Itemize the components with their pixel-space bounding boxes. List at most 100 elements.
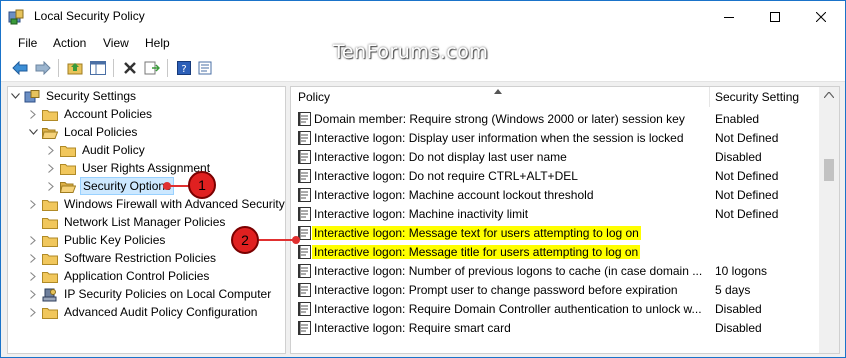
- chevron-right-icon[interactable]: [28, 253, 38, 263]
- tree-item[interactable]: Windows Firewall with Advanced Security: [28, 195, 285, 213]
- show-hide-console-tree-button[interactable]: [89, 59, 107, 77]
- export-list-icon: [144, 61, 160, 75]
- properties-icon: [198, 61, 212, 75]
- tree-item[interactable]: Local Policies: [28, 123, 139, 141]
- folder-icon: [60, 162, 76, 175]
- tree-item[interactable]: Security Settings: [10, 87, 138, 105]
- policy-setting-icon: [298, 130, 311, 145]
- policy-row[interactable]: Domain member: Require strong (Windows 2…: [291, 109, 821, 128]
- tree-item-label: Advanced Audit Policy Configuration: [64, 305, 258, 319]
- security-setting-value: Not Defined: [715, 206, 779, 221]
- help-button[interactable]: ?: [175, 59, 193, 77]
- chevron-right-icon[interactable]: [28, 271, 38, 281]
- callout-connector: [167, 185, 189, 187]
- toolbar-separator: [167, 59, 168, 77]
- policy-setting-icon: [298, 320, 311, 335]
- console-tree[interactable]: Security Settings Account Policies Local P…: [7, 86, 286, 354]
- minimize-button[interactable]: [706, 1, 752, 32]
- policy-row[interactable]: Interactive logon: Require smart card Dis…: [291, 318, 821, 337]
- policy-name: Interactive logon: Message title for use…: [312, 244, 641, 259]
- security-setting-value: Disabled: [715, 320, 762, 335]
- callout-connector: [259, 239, 295, 241]
- tree-item-label: Public Key Policies: [64, 233, 166, 247]
- up-one-level-button[interactable]: [66, 59, 84, 77]
- tree-item[interactable]: Advanced Audit Policy Configuration: [28, 303, 259, 321]
- policy-row[interactable]: Interactive logon: Message title for use…: [291, 242, 821, 261]
- tree-item[interactable]: IP Security Policies on Local Computer: [28, 285, 273, 303]
- tree-item-label: Network List Manager Policies: [64, 215, 226, 229]
- tree-item[interactable]: Public Key Policies: [28, 231, 167, 249]
- policy-setting-icon: [298, 111, 311, 126]
- menu-action[interactable]: Action: [53, 36, 86, 50]
- folder-icon: [60, 144, 76, 157]
- forward-icon: [35, 61, 51, 75]
- security-policy-app-icon: [8, 9, 24, 25]
- tree-item-label: Audit Policy: [82, 143, 145, 157]
- tree-item[interactable]: Audit Policy: [46, 141, 147, 159]
- policy-row[interactable]: Interactive logon: Require Domain Contro…: [291, 299, 821, 318]
- chevron-right-icon[interactable]: [46, 163, 56, 173]
- tree-item[interactable]: Account Policies: [28, 105, 154, 123]
- policy-name: Interactive logon: Machine account locko…: [314, 187, 594, 202]
- help-icon: ?: [177, 61, 191, 75]
- scroll-up-icon[interactable]: [824, 92, 834, 98]
- policy-row[interactable]: Interactive logon: Prompt user to change…: [291, 280, 821, 299]
- chevron-down-icon[interactable]: [28, 127, 38, 137]
- chevron-right-icon[interactable]: [28, 109, 38, 119]
- chevron-right-icon[interactable]: [28, 307, 38, 317]
- tree-item[interactable]: Software Restriction Policies: [28, 249, 218, 267]
- policy-row[interactable]: Interactive logon: Message text for user…: [291, 223, 821, 242]
- chevron-right-icon[interactable]: [28, 289, 38, 299]
- back-button[interactable]: [11, 59, 29, 77]
- policy-list[interactable]: Policy Security Setting Domain member: R…: [290, 86, 840, 354]
- policy-name: Interactive logon: Require smart card: [314, 320, 511, 335]
- export-list-button[interactable]: [143, 59, 161, 77]
- policy-setting-icon: [298, 187, 311, 202]
- maximize-button[interactable]: [752, 1, 798, 32]
- delete-button[interactable]: [121, 59, 139, 77]
- properties-button[interactable]: [197, 59, 215, 77]
- policy-row[interactable]: Interactive logon: Do not require CTRL+A…: [291, 166, 821, 185]
- callout-pointer-dot: [292, 236, 300, 244]
- close-icon: [816, 11, 826, 22]
- column-header-security-setting[interactable]: Security Setting: [710, 87, 818, 107]
- tree-item[interactable]: Application Control Policies: [28, 267, 211, 285]
- policy-row[interactable]: Interactive logon: Number of previous lo…: [291, 261, 821, 280]
- folder-icon: [42, 234, 58, 247]
- policy-setting-icon: [298, 168, 311, 183]
- policy-name: Domain member: Require strong (Windows 2…: [314, 111, 685, 126]
- policy-setting-icon: [298, 206, 311, 221]
- chevron-right-icon[interactable]: [28, 199, 38, 209]
- security-setting-value: 5 days: [715, 282, 751, 297]
- policy-name: Interactive logon: Do not display last u…: [314, 149, 567, 164]
- policy-name: Interactive logon: Require Domain Contro…: [314, 301, 702, 316]
- policy-name: Interactive logon: Prompt user to change…: [314, 282, 678, 297]
- vertical-scrollbar[interactable]: [819, 87, 839, 353]
- tree-item[interactable]: Network List Manager Policies: [28, 213, 227, 231]
- forward-button[interactable]: [34, 59, 52, 77]
- title-bar[interactable]: Local Security Policy: [1, 1, 845, 32]
- chevron-right-icon[interactable]: [46, 181, 56, 191]
- scrollbar-thumb[interactable]: [824, 159, 834, 181]
- chevron-down-icon[interactable]: [10, 91, 20, 101]
- policy-row[interactable]: Interactive logon: Machine inactivity li…: [291, 204, 821, 223]
- menu-file[interactable]: File: [18, 36, 37, 50]
- tree-item[interactable]: Security Options: [46, 177, 175, 195]
- policy-setting-icon: [298, 301, 311, 316]
- policy-name: Interactive logon: Message text for user…: [312, 225, 641, 240]
- policy-row[interactable]: Interactive logon: Machine account locko…: [291, 185, 821, 204]
- security-setting-value: Disabled: [715, 149, 762, 164]
- policy-row[interactable]: Interactive logon: Display user informat…: [291, 128, 821, 147]
- menu-view[interactable]: View: [103, 36, 129, 50]
- chevron-right-icon[interactable]: [46, 145, 56, 155]
- folder-icon: [42, 252, 58, 265]
- folder-icon: [42, 270, 58, 283]
- menu-help[interactable]: Help: [145, 36, 170, 50]
- close-button[interactable]: [798, 1, 844, 32]
- local-security-policy-window: Local Security Policy File Action View H…: [0, 0, 846, 358]
- security-setting-value: Not Defined: [715, 187, 779, 202]
- chevron-right-icon[interactable]: [28, 235, 38, 245]
- tree-item[interactable]: User Rights Assignment: [46, 159, 212, 177]
- folder-icon: [42, 108, 58, 121]
- policy-row[interactable]: Interactive logon: Do not display last u…: [291, 147, 821, 166]
